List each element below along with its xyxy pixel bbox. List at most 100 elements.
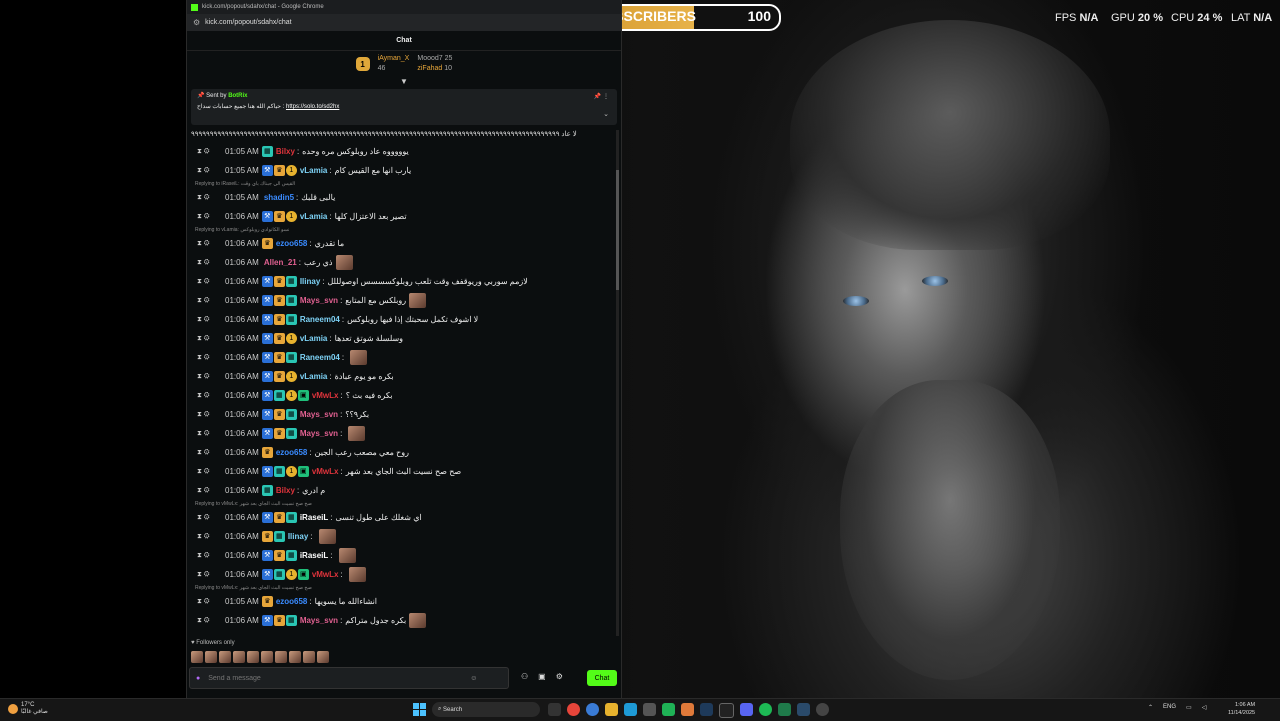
- chat-message[interactable]: ⧗⚙ 01:06 AM ♛ ▦ Ilinay:: [187, 527, 621, 546]
- pinned-link[interactable]: https://solo.to/sd2hx: [286, 104, 339, 110]
- message-username[interactable]: iRaseiL: [300, 551, 328, 560]
- message-input[interactable]: [206, 673, 471, 683]
- message-actions-icon[interactable]: ⧗⚙: [197, 430, 225, 438]
- app-icon[interactable]: [700, 703, 713, 716]
- crown-badge-icon[interactable]: ♛: [261, 238, 273, 249]
- moderator-badge-icon[interactable]: ⚒: [261, 371, 273, 382]
- chat-message[interactable]: ⧗⚙ 01:06 AM ⚒ ▦ 1 ▣ vMwLx: صح صح نسيت البث الجا…: [187, 462, 621, 481]
- message-actions-icon[interactable]: ⧗⚙: [197, 354, 225, 362]
- message-username[interactable]: vMwLx: [312, 391, 339, 400]
- chrome-profile-icon[interactable]: [586, 703, 599, 716]
- message-username[interactable]: Mays_svn: [300, 429, 338, 438]
- crown-badge-icon[interactable]: ♛: [273, 352, 285, 363]
- message-actions-icon[interactable]: ⧗⚙: [197, 533, 225, 541]
- message-actions-icon[interactable]: ⧗⚙: [197, 392, 225, 400]
- message-actions-icon[interactable]: ⧗⚙: [197, 373, 225, 381]
- vip-badge-icon[interactable]: ▦: [285, 276, 297, 287]
- vip-badge-icon[interactable]: ▦: [273, 466, 285, 477]
- gift-badge-icon[interactable]: ▣: [297, 466, 309, 477]
- crown-badge-icon[interactable]: ♛: [273, 615, 285, 626]
- moderator-badge-icon[interactable]: ⚒: [261, 409, 273, 420]
- vip-badge-icon[interactable]: ▦: [285, 512, 297, 523]
- crown-badge-icon[interactable]: ♛: [273, 333, 285, 344]
- vip-badge-icon[interactable]: ▦: [273, 569, 285, 580]
- moderator-badge-icon[interactable]: ⚒: [261, 466, 273, 477]
- vip-badge-icon[interactable]: ▦: [261, 485, 273, 496]
- reply-context[interactable]: Replying to vLamia: نسو الكانوادي روبلوك…: [187, 226, 621, 234]
- moderator-badge-icon[interactable]: ⚒: [261, 569, 273, 580]
- message-actions-icon[interactable]: ⧗⚙: [197, 514, 225, 522]
- avatar[interactable]: [233, 651, 245, 663]
- discord-icon[interactable]: [740, 703, 753, 716]
- message-username[interactable]: shadin5: [264, 193, 294, 202]
- message-username[interactable]: Raneem04: [300, 353, 340, 362]
- steam-icon[interactable]: [797, 703, 810, 716]
- subscriber-badge-icon[interactable]: 1: [285, 165, 297, 176]
- volume-icon[interactable]: ◁: [1202, 704, 1207, 711]
- moderator-badge-icon[interactable]: ⚒: [261, 276, 273, 287]
- subscriber-badge-icon[interactable]: 1: [285, 390, 297, 401]
- crown-badge-icon[interactable]: ♛: [273, 295, 285, 306]
- reply-context[interactable]: Replying to iRaseiL: القيس الي جبناك باي…: [187, 180, 621, 188]
- message-actions-icon[interactable]: ⧗⚙: [197, 335, 225, 343]
- language-indicator[interactable]: ENG: [1163, 704, 1176, 711]
- message-username[interactable]: Mays_svn: [300, 296, 338, 305]
- x-icon[interactable]: [719, 703, 734, 718]
- message-actions-icon[interactable]: ⧗⚙: [197, 278, 225, 286]
- file-explorer-icon[interactable]: [605, 703, 618, 716]
- chat-message[interactable]: ⧗⚙ 01:05 AM ⚒ ♛ 1 vLamia: يارب انها مع القيس ك…: [187, 161, 621, 180]
- subscriber-badge-icon[interactable]: 1: [285, 466, 297, 477]
- moderator-badge-icon[interactable]: ⚒: [261, 295, 273, 306]
- chat-message[interactable]: ⧗⚙ 01:06 AM ⚒ ♛ ▦ Mays_svn:: [187, 424, 621, 443]
- chevron-up-icon[interactable]: ⌃: [1148, 704, 1153, 711]
- message-actions-icon[interactable]: ⧗⚙: [197, 411, 225, 419]
- message-username[interactable]: vLamia: [300, 212, 328, 221]
- task-view-icon[interactable]: [548, 703, 561, 716]
- crown-badge-icon[interactable]: ♛: [273, 314, 285, 325]
- crown-badge-icon[interactable]: ♛: [273, 409, 285, 420]
- network-icon[interactable]: ▭: [1186, 704, 1192, 711]
- crown-badge-icon[interactable]: ♛: [261, 531, 273, 542]
- message-actions-icon[interactable]: ⧗⚙: [197, 571, 225, 579]
- chevron-down-icon[interactable]: ⌄: [603, 110, 609, 118]
- chrome-icon[interactable]: [567, 703, 580, 716]
- message-username[interactable]: Bilxy: [276, 147, 295, 156]
- moderator-badge-icon[interactable]: ⚒: [261, 165, 273, 176]
- chat-message[interactable]: ⧗⚙ 01:06 AM ⚒ ♛ ▦ iRaseiL:: [187, 546, 621, 565]
- message-actions-icon[interactable]: ⧗⚙: [197, 259, 225, 267]
- pinned-menu-icon[interactable]: 📌 ⋮: [594, 93, 609, 100]
- avatar[interactable]: [247, 651, 259, 663]
- chat-message[interactable]: ⧗⚙ 01:06 AM ⚒ ♛ ▦ Ilinay: لازمم سوربي وريوقفف …: [187, 272, 621, 291]
- message-actions-icon[interactable]: ⧗⚙: [197, 449, 225, 457]
- chat-message[interactable]: ⧗⚙ 01:06 AM ⚒ ▦ 1 ▣ vMwLx:: [187, 565, 621, 584]
- chat-message[interactable]: ⧗⚙ 01:05 AM ▦ Bilxy: يوووووه عاد روبلوكس مره…: [187, 142, 621, 161]
- crown-badge-icon[interactable]: ♛: [273, 211, 285, 222]
- clock[interactable]: 1:06 AM 11/14/2025: [1228, 701, 1255, 717]
- chat-message[interactable]: ⧗⚙ 01:06 AM ⚒ ♛ ▦ Mays_svn: بكره جدول متراكم: [187, 611, 621, 630]
- subscriber-badge-icon[interactable]: 1: [285, 371, 297, 382]
- scrollbar-thumb[interactable]: [616, 170, 619, 290]
- message-username[interactable]: Ilinay: [300, 277, 320, 286]
- message-username[interactable]: Mays_svn: [300, 410, 338, 419]
- avatar[interactable]: [219, 651, 231, 663]
- message-actions-icon[interactable]: ⧗⚙: [197, 213, 225, 221]
- message-actions-icon[interactable]: ⧗⚙: [197, 240, 225, 248]
- moderator-badge-icon[interactable]: ⚒: [261, 428, 273, 439]
- vip-badge-icon[interactable]: ▦: [285, 409, 297, 420]
- avatar[interactable]: [205, 651, 217, 663]
- crown-badge-icon[interactable]: ♛: [273, 428, 285, 439]
- message-actions-icon[interactable]: ⧗⚙: [197, 194, 225, 202]
- message-username[interactable]: Raneem04: [300, 315, 340, 324]
- window-titlebar[interactable]: kick.com/popout/sdahx/chat - Google Chro…: [187, 0, 621, 14]
- message-username[interactable]: ezoo658: [276, 448, 308, 457]
- chat-message[interactable]: ⧗⚙ 01:06 AM Allen_21: ذي رعب: [187, 253, 621, 272]
- xbox-icon[interactable]: [662, 703, 675, 716]
- taskbar-search[interactable]: ⌕ Search: [432, 702, 540, 717]
- avatar[interactable]: [289, 651, 301, 663]
- leader-second-name[interactable]: Moood7: [417, 55, 442, 62]
- message-actions-icon[interactable]: ⧗⚙: [197, 468, 225, 476]
- crown-badge-icon[interactable]: ♛: [273, 165, 285, 176]
- chat-message[interactable]: ⧗⚙ 01:06 AM ♛ ezoo658: ما تقدري: [187, 234, 621, 253]
- gift-badge-icon[interactable]: ▣: [297, 569, 309, 580]
- vip-badge-icon[interactable]: ▦: [273, 531, 285, 542]
